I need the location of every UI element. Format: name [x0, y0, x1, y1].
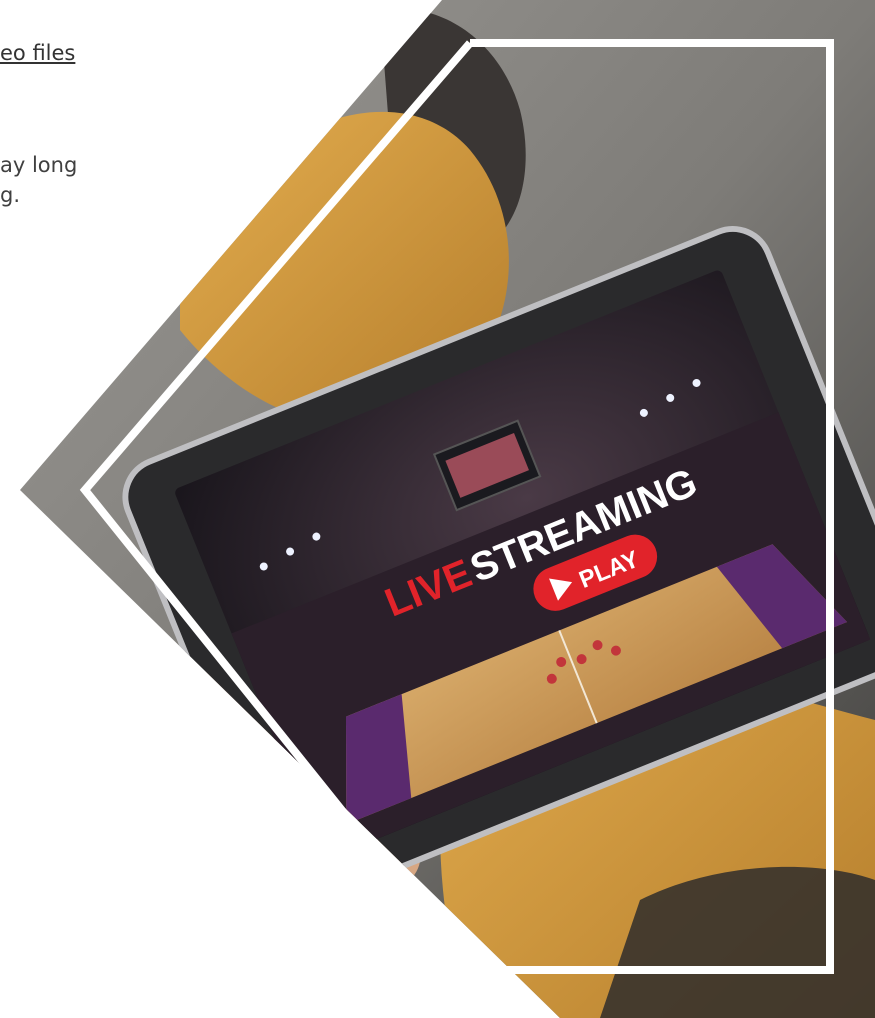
live-streaming-hero-image: LIVE STREAMING PLAY — [20, 0, 875, 1018]
